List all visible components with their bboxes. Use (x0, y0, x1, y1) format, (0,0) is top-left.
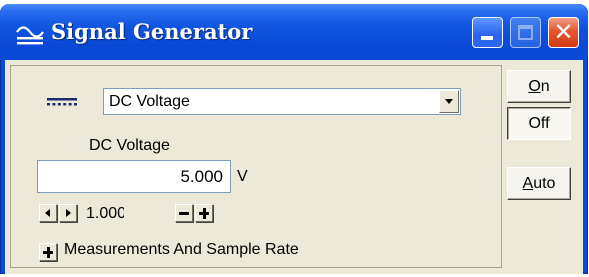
measurements-label: Measurements And Sample Rate (64, 241, 299, 258)
off-button[interactable]: Off (507, 107, 571, 140)
voltage-input[interactable]: 5.000 (37, 160, 231, 193)
window-title: Signal Generator (51, 19, 253, 44)
amplitude-label: DC Voltage (89, 137, 170, 154)
measurements-expand-button[interactable] (39, 243, 57, 261)
voltage-unit: V (237, 168, 248, 185)
plus-icon-stem (203, 208, 206, 219)
on-button[interactable]: On (507, 70, 571, 103)
on-accel: O (528, 78, 541, 95)
auto-button[interactable]: Auto (507, 167, 571, 200)
expand-icon-stem (47, 247, 50, 258)
signal-type-value: DC Voltage (109, 93, 190, 110)
minimize-button[interactable] (472, 17, 503, 48)
value-increment-button[interactable] (195, 204, 213, 222)
on-rest: n (540, 78, 550, 95)
auto-accel: A (522, 175, 534, 192)
signal-generator-icon (16, 26, 44, 45)
signal-type-select[interactable]: DC Voltage (103, 88, 461, 115)
close-icon: ✕ (553, 18, 574, 46)
value-decrement-button[interactable] (175, 204, 193, 222)
chevron-down-icon[interactable] (439, 90, 459, 113)
arrow-right-icon (66, 209, 71, 217)
arrow-left-icon (45, 209, 50, 217)
step-decrease-button[interactable] (39, 204, 57, 222)
maximize-icon (518, 25, 533, 40)
minimize-icon (481, 36, 493, 40)
signal-generator-window: Signal Generator ✕ DC Voltage DC Voltage… (0, 4, 588, 274)
title-bar[interactable]: Signal Generator ✕ (0, 4, 588, 60)
step-size-value[interactable]: 1.000 (86, 205, 124, 223)
maximize-button[interactable] (510, 17, 541, 48)
client-area: DC Voltage DC Voltage 5.000 V 1.000 Meas… (5, 60, 583, 274)
close-button[interactable]: ✕ (548, 17, 579, 48)
minus-icon (179, 212, 189, 215)
step-increase-button[interactable] (59, 204, 77, 222)
auto-rest: uto (533, 175, 556, 192)
dc-signal-icon (47, 98, 77, 106)
